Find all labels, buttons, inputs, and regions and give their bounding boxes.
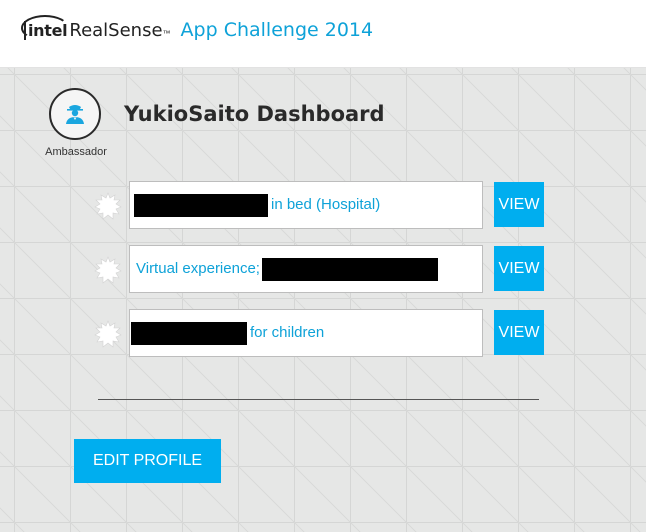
realsense-logo-text: RealSense bbox=[69, 20, 163, 41]
edit-profile-button[interactable]: EDIT PROFILE bbox=[74, 439, 221, 483]
spy-user-icon bbox=[66, 105, 84, 124]
entry-text: for children bbox=[131, 310, 324, 356]
intel-logo-text: intel bbox=[20, 15, 70, 41]
app-challenge-title: App Challenge 2014 bbox=[180, 19, 374, 41]
entry-field[interactable]: for children bbox=[129, 309, 483, 357]
view-button[interactable]: VIEW bbox=[494, 310, 544, 355]
entry-field[interactable]: Virtual experience; bbox=[129, 245, 483, 293]
entry-text-before: Virtual experience; bbox=[136, 260, 260, 277]
avatar bbox=[49, 88, 101, 140]
site-header: intel RealSense ™ App Challenge 2014 bbox=[0, 0, 646, 68]
entry-text: Virtual experience; bbox=[136, 246, 438, 292]
dashboard-main: Ambassador YukioSaito Dashboard in bed (… bbox=[0, 68, 646, 532]
gear-icon bbox=[94, 320, 122, 348]
page-title: YukioSaito Dashboard bbox=[124, 102, 385, 126]
role-label: Ambassador bbox=[45, 146, 107, 158]
trademark-mark: ™ bbox=[162, 29, 171, 38]
entry-text: in bed (Hospital) bbox=[134, 182, 380, 228]
view-button[interactable]: VIEW bbox=[494, 246, 544, 291]
divider bbox=[98, 399, 539, 400]
view-button[interactable]: VIEW bbox=[494, 182, 544, 227]
entry-field[interactable]: in bed (Hospital) bbox=[129, 181, 483, 229]
gear-icon bbox=[94, 192, 122, 220]
redacted-block bbox=[131, 321, 247, 345]
list-item: in bed (Hospital) VIEW bbox=[0, 181, 646, 229]
entry-text-after: for children bbox=[250, 324, 325, 341]
list-item: for children VIEW bbox=[0, 309, 646, 357]
redacted-block bbox=[134, 193, 268, 217]
redacted-block bbox=[261, 257, 438, 281]
list-item: Virtual experience; VIEW bbox=[0, 245, 646, 293]
intel-realsense-logo[interactable]: intel RealSense ™ App Challenge 2014 bbox=[20, 15, 374, 49]
gear-icon bbox=[94, 256, 122, 284]
entry-text-after: in bed (Hospital) bbox=[271, 196, 381, 213]
